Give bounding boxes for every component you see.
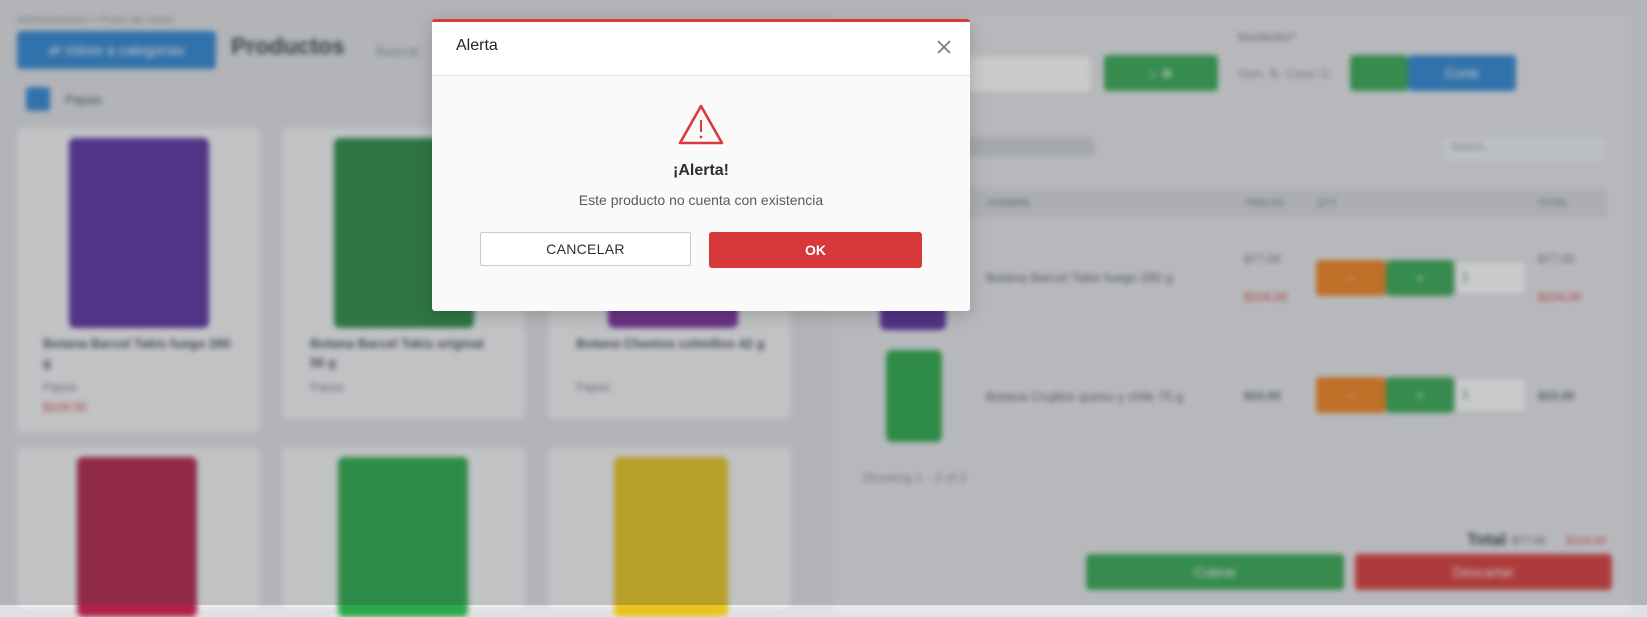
warning-triangle-icon: [678, 104, 724, 145]
alert-dialog: Alerta ¡Alerta! Este producto no cuenta …: [432, 19, 970, 311]
close-icon: [937, 40, 951, 54]
ok-button[interactable]: OK: [709, 232, 922, 268]
cancel-button[interactable]: CANCELAR: [480, 232, 691, 266]
alert-heading: ¡Alerta!: [672, 162, 729, 179]
close-button[interactable]: [934, 37, 954, 57]
dialog-header: Alerta: [432, 22, 970, 76]
dialog-title: Alerta: [456, 37, 498, 54]
alert-message: Este producto no cuenta con existencia: [578, 192, 824, 208]
